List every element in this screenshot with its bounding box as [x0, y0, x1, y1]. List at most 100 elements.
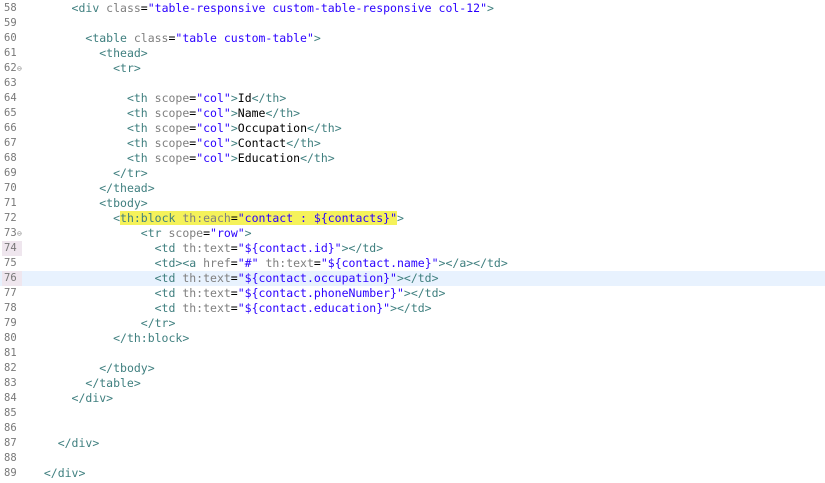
code-line[interactable]: 66 <th scope="col">Occupation</th> — [0, 121, 825, 136]
code-line[interactable]: 60 <table class="table custom-table"> — [0, 31, 825, 46]
code-line[interactable]: 79 </tr> — [0, 316, 825, 331]
code-line[interactable]: 67 <th scope="col">Contact</th> — [0, 136, 825, 151]
code-token: <thead> — [99, 46, 148, 60]
line-number: 69 — [4, 167, 17, 179]
code-text: </tr> — [30, 166, 148, 181]
code-line[interactable]: 71 <tbody> — [0, 196, 825, 211]
code-token: </tbody> — [99, 361, 155, 375]
code-line[interactable]: 84 </div> — [0, 391, 825, 406]
code-token: </th> — [265, 106, 301, 120]
code-line[interactable]: 61 <thead> — [0, 46, 825, 61]
code-token: Id — [237, 91, 252, 105]
code-token: > — [244, 226, 252, 240]
code-line[interactable]: 76 <td th:text="${contact.occupation}"><… — [0, 271, 825, 286]
code-token: "${contact.occupation}" — [237, 271, 397, 285]
code-text: </table> — [30, 376, 140, 391]
code-line[interactable]: 83 </table> — [0, 376, 825, 391]
code-line[interactable]: 87 </div> — [0, 436, 825, 451]
code-token: </th> — [286, 136, 321, 150]
code-text: </div> — [30, 391, 114, 406]
code-line[interactable]: 69 </tr> — [0, 166, 825, 181]
code-token: <th — [126, 136, 148, 150]
code-token: "col" — [196, 151, 231, 165]
code-line[interactable]: 72 <th:block th:each="contact : ${contac… — [0, 211, 825, 226]
code-line[interactable]: 73 ⊖ <tr scope="row"> — [0, 226, 825, 241]
code-token: <td — [154, 301, 176, 315]
code-line[interactable]: 59 — [0, 16, 825, 31]
line-number: 87 — [4, 437, 17, 449]
code-token: <tr — [140, 226, 162, 240]
line-number: 58 — [4, 2, 17, 14]
code-line[interactable]: 89 </div> — [0, 466, 825, 481]
code-token: ></td> — [390, 301, 432, 315]
line-number: 83 — [4, 377, 17, 389]
code-text: <div class="table-responsive custom-tabl… — [30, 1, 494, 16]
line-number-gutter: 84 — [0, 391, 26, 406]
code-line[interactable]: 58 <div class="table-responsive custom-t… — [0, 1, 825, 16]
code-line[interactable]: 75 <td><a href="#" th:text="${contact.na… — [0, 256, 825, 271]
code-text: <td><a href="#" th:text="${contact.name}… — [30, 256, 508, 271]
code-line[interactable]: 65 <th scope="col">Name</th> — [0, 106, 825, 121]
line-number-gutter: 65 — [0, 106, 26, 121]
code-line[interactable]: 68 <th scope="col">Education</th> — [0, 151, 825, 166]
code-text: <td th:text="${contact.id}"></td> — [30, 241, 384, 256]
code-line[interactable]: 81 — [0, 346, 825, 361]
code-token: "col" — [196, 121, 231, 135]
line-number: 89 — [4, 467, 17, 479]
code-line[interactable]: 88 — [0, 451, 825, 466]
highlighted-token: "contact : ${contacts}" — [237, 211, 397, 225]
line-number-gutter: 86 — [0, 421, 26, 436]
code-token: > — [487, 1, 494, 15]
code-token: <th — [126, 121, 148, 135]
code-line[interactable]: 78 <td th:text="${contact.education}"></… — [0, 301, 825, 316]
code-token: = — [230, 271, 238, 285]
code-token: "${contact.id}" — [237, 241, 342, 255]
code-token: "table custom-table" — [175, 31, 314, 45]
code-text: </div> — [30, 436, 100, 451]
code-line[interactable]: 85 — [0, 406, 825, 421]
code-line[interactable]: 80 </th:block> — [0, 331, 825, 346]
code-line[interactable]: 82 </tbody> — [0, 361, 825, 376]
code-line[interactable]: 77 <td th:text="${contact.phoneNumber}">… — [0, 286, 825, 301]
line-number: 68 — [4, 152, 17, 164]
code-editor[interactable]: 58 <div class="table-responsive custom-t… — [0, 0, 825, 483]
line-number: 88 — [4, 452, 17, 464]
code-token: class — [99, 1, 141, 15]
highlighted-token: = — [230, 211, 238, 225]
line-number-gutter: 77 — [0, 286, 26, 301]
code-token: th:text — [175, 271, 231, 285]
code-token: th:text — [175, 241, 231, 255]
code-token: <table — [85, 31, 127, 45]
line-number-gutter: 69 — [0, 166, 26, 181]
line-number-gutter: 67 — [0, 136, 26, 151]
code-token: <td — [154, 241, 176, 255]
code-line[interactable]: 74 <td th:text="${contact.id}"></td> — [0, 241, 825, 256]
code-line[interactable]: 86 — [0, 421, 825, 436]
code-line[interactable]: 63 — [0, 76, 825, 91]
code-token: <th — [126, 106, 148, 120]
code-text: <th scope="col">Id</th> — [30, 91, 286, 106]
code-token: > — [230, 106, 238, 120]
code-line[interactable]: 62 ⊖ <tr> — [0, 61, 825, 76]
code-token: ></td> — [403, 286, 446, 300]
fold-toggle-icon[interactable]: ⊖ — [17, 226, 22, 241]
line-number: 67 — [4, 137, 17, 149]
code-token: ></td> — [341, 241, 384, 255]
line-number-gutter: 75 — [0, 256, 26, 271]
code-line[interactable]: 64 <th scope="col">Id</th> — [0, 91, 825, 106]
line-number: 60 — [4, 32, 17, 44]
fold-toggle-icon[interactable]: ⊖ — [17, 61, 22, 76]
line-number-gutter: 63 — [0, 76, 26, 91]
code-token: Contact — [237, 136, 287, 150]
code-line[interactable]: 70 </thead> — [0, 181, 825, 196]
code-token: class — [126, 31, 169, 45]
